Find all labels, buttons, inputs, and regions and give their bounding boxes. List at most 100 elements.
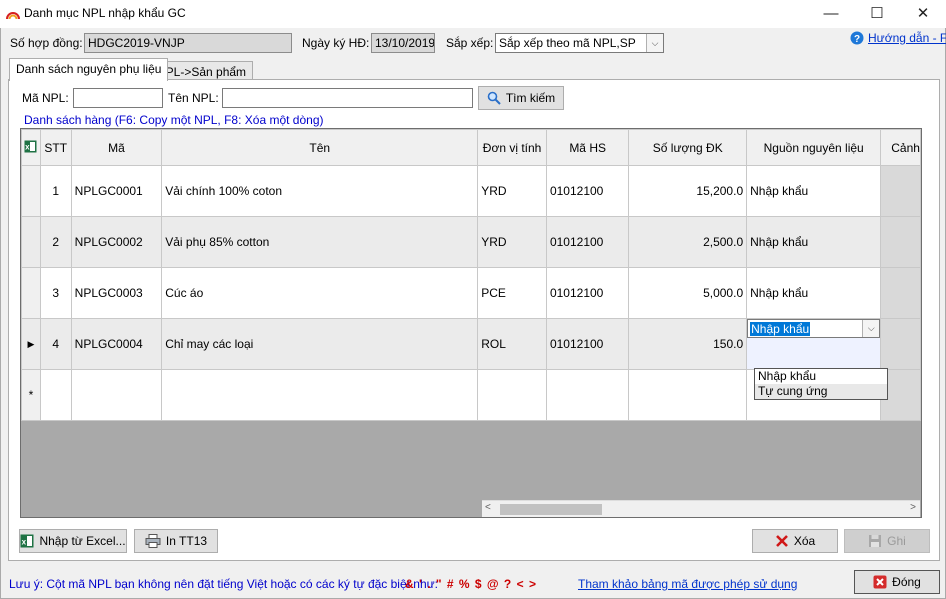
excel-icon: x xyxy=(20,534,34,548)
col-header-code[interactable]: Mã xyxy=(70,129,163,166)
cell-hs[interactable]: 01012100 xyxy=(545,267,630,319)
cell-unit[interactable]: ROL xyxy=(477,318,547,370)
source-combo[interactable]: Nhập khẩu ⌵ xyxy=(747,319,880,338)
col-header-name[interactable]: Tên xyxy=(161,129,479,166)
print-label: In TT13 xyxy=(165,534,208,548)
cell-source-editing[interactable]: Nhập khẩu ⌵ xyxy=(746,318,882,370)
cell-canh[interactable] xyxy=(880,216,921,268)
npl-name-label: Tên NPL: xyxy=(168,91,219,105)
cell-name[interactable]: Vải chính 100% coton xyxy=(161,165,479,217)
close-window-button[interactable]: ✕ xyxy=(900,0,946,28)
sign-date-label: Ngày ký HĐ: xyxy=(302,36,370,50)
tab-material-list[interactable]: Danh sách nguyên phụ liệu xyxy=(9,58,169,81)
search-button-label: Tìm kiếm xyxy=(505,91,556,105)
help-link[interactable]: Hướng dẫn - F1 xyxy=(868,31,946,45)
cell-name[interactable]: Cúc áo xyxy=(161,267,479,319)
sort-label: Sắp xếp: xyxy=(446,36,494,50)
cell-quantity[interactable]: 150.0 xyxy=(628,318,748,370)
dropdown-option[interactable]: Tự cung ứng xyxy=(755,384,887,399)
col-header-unit[interactable]: Đơn vị tính xyxy=(477,129,547,166)
cell-source[interactable]: Nhập khẩu xyxy=(746,216,882,268)
sort-select-value: Sắp xếp theo mã NPL,SP xyxy=(499,36,636,50)
import-excel-button[interactable]: x Nhập từ Excel... xyxy=(19,529,127,553)
scroll-right-icon[interactable]: > xyxy=(910,502,916,513)
source-combo-value: Nhập khẩu xyxy=(750,322,811,336)
cell-code[interactable] xyxy=(70,369,163,421)
close-button[interactable]: Đóng xyxy=(854,570,940,594)
cell-name[interactable] xyxy=(161,369,479,421)
cell-canh[interactable] xyxy=(880,267,921,319)
table-row[interactable]: 1 NPLGC0001 Vải chính 100% coton YRD 010… xyxy=(21,165,921,217)
cell-hs[interactable]: 01012100 xyxy=(545,216,630,268)
title-bar: Danh mục NPL nhập khẩu GC — ☐ ✕ xyxy=(0,0,946,28)
rainbow-arc-icon xyxy=(6,12,20,20)
cell-stt[interactable]: 3 xyxy=(39,267,72,319)
new-row-indicator[interactable]: * xyxy=(21,369,41,421)
npl-name-input[interactable] xyxy=(222,88,473,108)
delete-button[interactable]: Xóa xyxy=(752,529,838,553)
grid-caption: Danh sách hàng (F6: Copy một NPL, F8: Xó… xyxy=(24,113,324,127)
table-row-current[interactable]: ▶ 4 NPLGC0004 Chỉ may các loại ROL 01012… xyxy=(21,318,921,370)
cell-stt[interactable] xyxy=(39,369,72,421)
row-header[interactable] xyxy=(21,267,41,319)
cell-code[interactable]: NPLGC0002 xyxy=(70,216,163,268)
cell-quantity[interactable] xyxy=(628,369,748,421)
col-header-quantity[interactable]: Số lượng ĐK xyxy=(628,129,748,166)
maximize-button[interactable]: ☐ xyxy=(854,0,900,28)
npl-code-label: Mã NPL: xyxy=(22,91,69,105)
row-header[interactable] xyxy=(21,165,41,217)
col-header-source[interactable]: Nguồn nguyên liệu xyxy=(746,129,882,166)
cell-hs[interactable]: 01012100 xyxy=(545,165,630,217)
special-characters: & ' . " # % $ @ ? < > xyxy=(405,577,537,591)
minimize-button[interactable]: — xyxy=(808,0,854,28)
cell-code[interactable]: NPLGC0001 xyxy=(70,165,163,217)
scroll-left-icon[interactable]: < xyxy=(485,502,491,513)
npl-code-input[interactable] xyxy=(73,88,163,108)
scroll-thumb[interactable] xyxy=(500,504,602,515)
table-row[interactable]: 2 NPLGC0002 Vải phụ 85% cotton YRD 01012… xyxy=(21,216,921,268)
cell-canh[interactable] xyxy=(880,165,921,217)
col-header-hs[interactable]: Mã HS xyxy=(545,129,630,166)
col-header-canh[interactable]: Cảnh xyxy=(880,129,921,166)
cell-hs[interactable] xyxy=(545,369,630,421)
cell-quantity[interactable]: 15,200.0 xyxy=(628,165,748,217)
search-button[interactable]: Tìm kiếm xyxy=(478,86,564,110)
cell-source[interactable]: Nhập khẩu xyxy=(746,267,882,319)
col-header-stt[interactable]: STT xyxy=(39,129,72,166)
dropdown-option[interactable]: Nhập khẩu xyxy=(755,369,887,384)
save-button[interactable]: Ghi xyxy=(844,529,930,553)
table-row[interactable]: 3 NPLGC0003 Cúc áo PCE 01012100 5,000.0 … xyxy=(21,267,921,319)
cell-stt[interactable]: 4 xyxy=(39,318,72,370)
cell-unit[interactable]: YRD xyxy=(477,165,547,217)
cell-quantity[interactable]: 5,000.0 xyxy=(628,267,748,319)
cell-unit[interactable]: YRD xyxy=(477,216,547,268)
cell-unit[interactable]: PCE xyxy=(477,267,547,319)
row-header[interactable] xyxy=(21,216,41,268)
cell-stt[interactable]: 1 xyxy=(39,165,72,217)
cell-source[interactable]: Nhập khẩu xyxy=(746,165,882,217)
horizontal-scrollbar[interactable]: < > xyxy=(482,500,920,517)
chevron-down-icon[interactable]: ⌵ xyxy=(646,34,663,52)
current-row-indicator[interactable]: ▶ xyxy=(21,318,41,370)
reference-link[interactable]: Tham khảo bảng mã được phép sử dụng xyxy=(578,577,797,591)
cell-hs[interactable]: 01012100 xyxy=(545,318,630,370)
svg-text:x: x xyxy=(25,142,30,151)
sort-select[interactable]: Sắp xếp theo mã NPL,SP ⌵ xyxy=(495,33,664,53)
cell-unit[interactable] xyxy=(477,369,547,421)
window-title: Danh mục NPL nhập khẩu GC xyxy=(24,6,186,20)
red-x-box-icon xyxy=(873,575,887,589)
footer-note: Lưu ý: Cột mã NPL bạn không nên đặt tiến… xyxy=(9,577,439,591)
chevron-down-icon[interactable]: ⌵ xyxy=(862,320,880,337)
close-label: Đóng xyxy=(892,575,921,589)
cell-name[interactable]: Chỉ may các loại xyxy=(161,318,479,370)
cell-code[interactable]: NPLGC0003 xyxy=(70,267,163,319)
excel-icon: x xyxy=(24,140,37,152)
cell-code[interactable]: NPLGC0004 xyxy=(70,318,163,370)
cell-name[interactable]: Vải phụ 85% cotton xyxy=(161,216,479,268)
sign-date-field: 13/10/2019 xyxy=(371,33,435,53)
export-excel-corner[interactable]: x xyxy=(21,129,41,166)
cell-canh[interactable] xyxy=(880,318,921,370)
print-button[interactable]: In TT13 xyxy=(134,529,218,553)
cell-quantity[interactable]: 2,500.0 xyxy=(628,216,748,268)
cell-stt[interactable]: 2 xyxy=(39,216,72,268)
